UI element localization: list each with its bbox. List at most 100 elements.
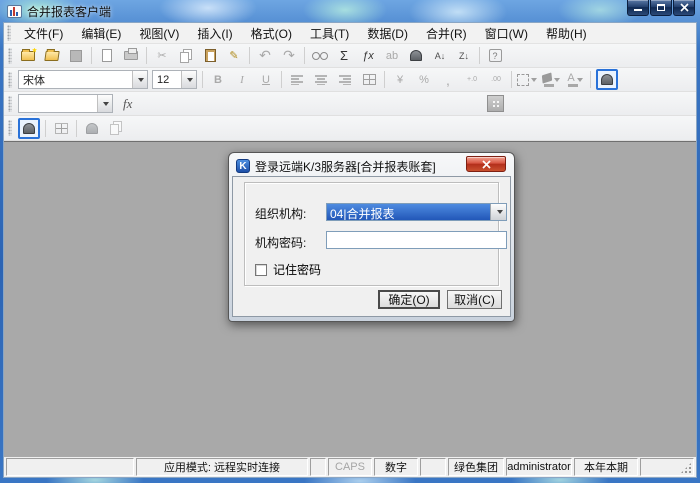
underline-icon: U [262,74,270,86]
title-bar: 合并报表客户端 [0,0,700,22]
open-icon [44,51,59,61]
maximize-icon [657,4,665,11]
paste-icon [205,49,216,62]
redo-button[interactable]: ↷ [278,45,300,66]
menu-help[interactable]: 帮助(H) [537,23,596,44]
new-button[interactable] [17,45,39,66]
save-button[interactable] [65,45,87,66]
chevron-down-icon [187,78,193,82]
percent-style-button[interactable]: % [413,69,435,90]
menu-file[interactable]: 文件(F) [15,23,72,44]
name-box-dropdown[interactable] [97,95,112,112]
open-button[interactable] [41,45,63,66]
menu-data[interactable]: 数据(D) [358,23,417,44]
close-icon [680,3,689,12]
about-button[interactable]: ? [484,45,506,66]
font-name-dropdown[interactable] [132,71,147,88]
cancel-button[interactable]: 取消(C) [447,290,502,309]
report-lock-button[interactable] [596,69,618,90]
resize-grip[interactable] [680,462,692,474]
formula-gripper [8,96,12,112]
undo-icon: ↶ [259,47,271,64]
sort-ascending-button[interactable]: A↓ [429,45,451,66]
percent-icon: % [419,74,429,86]
ok-button[interactable]: 确定(O) [378,290,440,309]
workbook-button[interactable] [405,45,427,66]
dialog-close-button[interactable] [466,156,506,172]
autosum-button[interactable]: Σ [333,45,355,66]
dialog-buttons: 确定(O) 取消(C) [378,290,502,309]
underline-button[interactable]: U [255,69,277,90]
protect-button[interactable] [18,118,40,139]
font-size-combo[interactable]: 12 [152,70,197,89]
close-button[interactable] [673,0,695,16]
fill-color-button[interactable] [540,69,562,90]
menu-edit[interactable]: 编辑(E) [72,23,130,44]
password-label: 机构密码: [255,234,306,251]
currency-style-button[interactable]: ¥ [389,69,411,90]
align-right-button[interactable] [334,69,356,90]
cut-button[interactable]: ✂ [151,45,173,66]
separator [590,71,591,88]
separator [511,71,512,88]
menu-gripper [7,25,11,41]
copy-button[interactable] [175,45,197,66]
name-box[interactable] [18,94,113,113]
text-button[interactable]: ab [381,45,403,66]
format-painter-button[interactable]: ✎ [223,45,245,66]
paste-button[interactable] [199,45,221,66]
workbook-icon [410,50,422,61]
minimize-button[interactable] [627,0,649,16]
separator [304,47,305,64]
menu-view[interactable]: 视图(V) [130,23,188,44]
print-preview-button[interactable] [96,45,118,66]
decrease-decimal-button[interactable]: .00 [485,69,507,90]
align-left-button[interactable] [286,69,308,90]
find-button[interactable] [309,45,331,66]
export-icon [55,123,68,134]
export-button[interactable] [50,118,72,139]
fill-color-icon [542,72,552,83]
decrease-decimal-icon: .00 [491,76,501,83]
borders-button[interactable] [516,69,538,90]
sort-descending-icon: Z↓ [459,51,469,61]
maximize-button[interactable] [650,0,672,16]
increase-decimal-button[interactable]: +.0 [461,69,483,90]
lock-cells-button[interactable] [81,118,103,139]
font-color-button[interactable]: A [564,69,586,90]
insert-function-button[interactable]: ƒx [357,45,379,66]
undo-button[interactable]: ↶ [254,45,276,66]
sort-descending-button[interactable]: Z↓ [453,45,475,66]
menu-tools[interactable]: 工具(T) [301,23,358,44]
remember-password-row[interactable]: 记住密码 [255,261,321,278]
report-toolbar [4,116,696,141]
bold-button[interactable]: B [207,69,229,90]
standard-toolbar: ✂ ✎ ↶ ↷ Σ ƒx ab A↓ Z↓ ? [4,44,696,68]
increase-decimal-icon: +.0 [467,76,477,83]
menu-window[interactable]: 窗口(W) [476,23,537,44]
org-combo[interactable]: 04|合并报表 [326,203,507,221]
grid-button[interactable] [487,95,504,112]
chevron-down-icon [138,78,144,82]
chevron-down-icon [497,210,503,214]
comma-style-button[interactable]: , [437,69,459,90]
print-button[interactable] [120,45,142,66]
cut-icon: ✂ [157,49,166,62]
minimize-icon [634,9,642,11]
font-size-dropdown[interactable] [181,71,196,88]
merge-center-button[interactable] [358,69,380,90]
italic-button[interactable]: I [231,69,253,90]
password-field[interactable] [326,231,507,249]
org-combo-dropdown[interactable] [490,204,506,220]
font-name-combo[interactable]: 宋体 [18,70,148,89]
k3-logo-icon: K [236,159,250,173]
remember-password-checkbox[interactable] [255,264,267,276]
menu-merge[interactable]: 合并(R) [417,23,476,44]
chevron-down-icon [531,78,537,82]
menu-format[interactable]: 格式(O) [242,23,301,44]
align-center-button[interactable] [310,69,332,90]
copy-sheets-button[interactable] [105,118,127,139]
copy-icon [180,52,189,63]
menu-insert[interactable]: 插入(I) [188,23,241,44]
dialog-body: 组织机构: 04|合并报表 机构密码: 记住密码 确定(O) 取消(C) [232,176,511,317]
